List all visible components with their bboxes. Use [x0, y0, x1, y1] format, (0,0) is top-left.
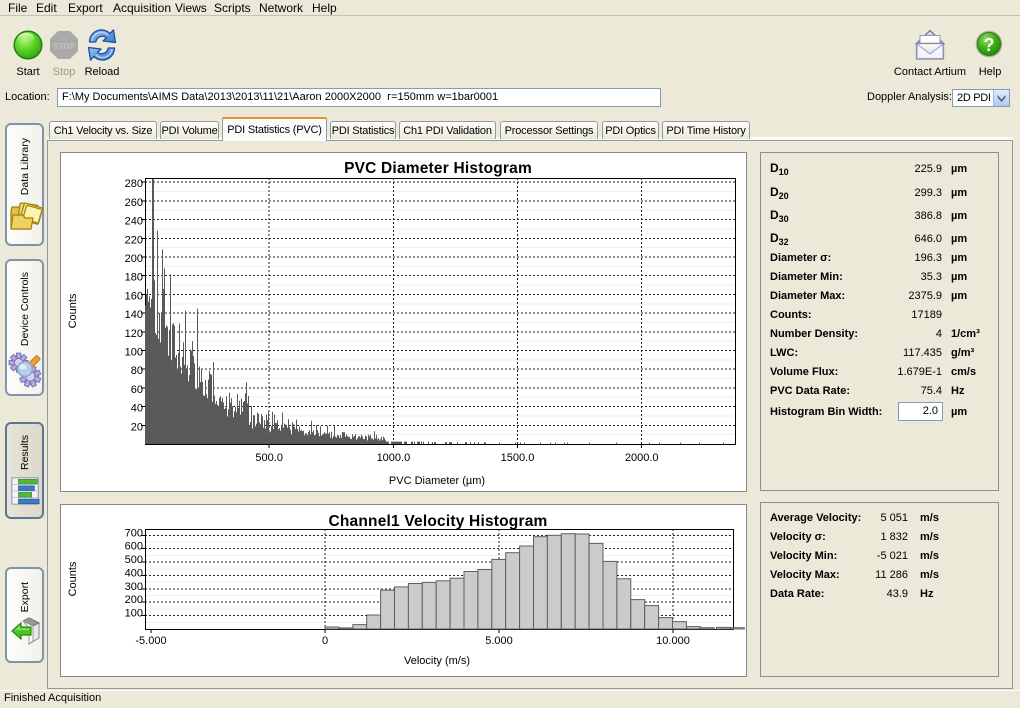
- svg-text:60: 60: [131, 384, 143, 396]
- svg-text:Velocity (m/s): Velocity (m/s): [404, 655, 470, 667]
- svg-text:40: 40: [131, 403, 143, 415]
- svg-text:700: 700: [125, 527, 143, 539]
- svg-text:140: 140: [125, 309, 143, 321]
- svg-text:-5.000: -5.000: [135, 635, 166, 647]
- svg-text:500: 500: [125, 554, 143, 566]
- svg-text:160: 160: [125, 290, 143, 302]
- svg-text:STOP: STOP: [53, 42, 75, 51]
- svg-text:180: 180: [125, 272, 143, 284]
- svg-text:400: 400: [125, 568, 143, 580]
- svg-text:240: 240: [125, 216, 143, 228]
- svg-text:1000.0: 1000.0: [377, 452, 411, 464]
- svg-text:?: ?: [984, 35, 995, 55]
- svg-text:100: 100: [125, 608, 143, 620]
- svg-text:Channel1 Velocity Histogram: Channel1 Velocity Histogram: [328, 513, 547, 530]
- svg-text:PVC Diameter Histogram: PVC Diameter Histogram: [344, 160, 532, 177]
- svg-text:Counts: Counts: [67, 561, 79, 596]
- svg-text:200: 200: [125, 253, 143, 265]
- svg-text:500.0: 500.0: [255, 452, 283, 464]
- svg-text:120: 120: [125, 328, 143, 340]
- svg-text:600: 600: [125, 541, 143, 553]
- svg-text:280: 280: [125, 178, 143, 190]
- svg-text:PVC Diameter (µm): PVC Diameter (µm): [389, 475, 485, 487]
- svg-text:100: 100: [125, 347, 143, 359]
- svg-text:Counts: Counts: [67, 293, 79, 328]
- svg-text:1500.0: 1500.0: [501, 452, 535, 464]
- svg-text:5.000: 5.000: [485, 635, 513, 647]
- svg-text:10.000: 10.000: [656, 635, 690, 647]
- svg-text:80: 80: [131, 365, 143, 377]
- svg-text:220: 220: [125, 234, 143, 246]
- svg-text:0: 0: [322, 635, 328, 647]
- svg-text:2000.0: 2000.0: [625, 452, 659, 464]
- svg-text:20: 20: [131, 421, 143, 433]
- svg-text:300: 300: [125, 581, 143, 593]
- svg-text:200: 200: [125, 594, 143, 606]
- svg-text:260: 260: [125, 197, 143, 209]
